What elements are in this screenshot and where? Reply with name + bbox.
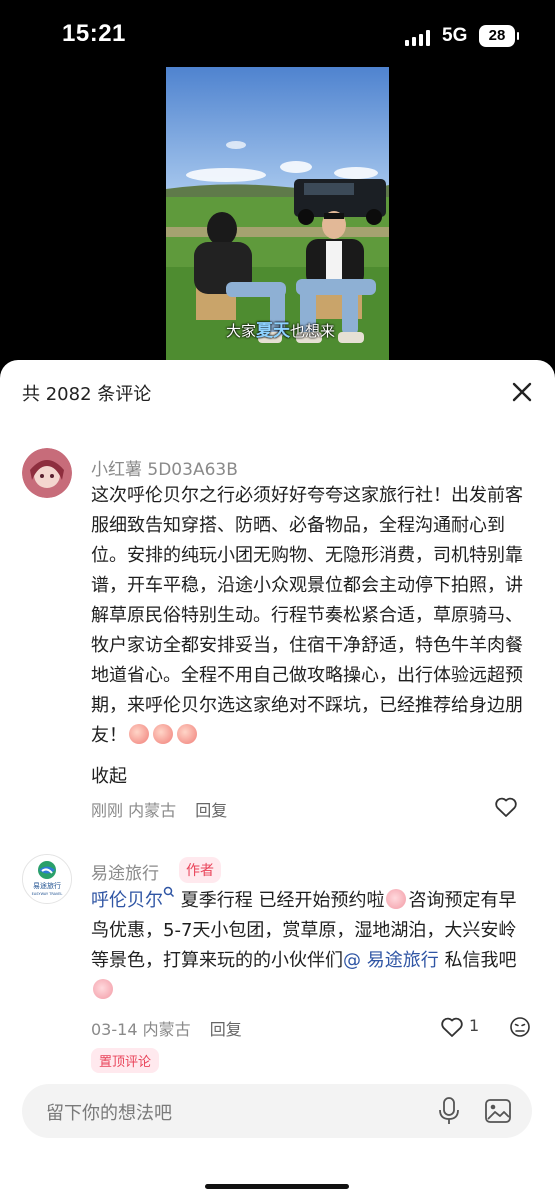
comment-body-c: 私信我吧 <box>438 950 517 971</box>
comment-username[interactable]: 小红薯 5D03A63B <box>91 455 238 480</box>
image-button[interactable] <box>484 1098 512 1128</box>
peach-emoji-icon <box>129 724 149 744</box>
pinned-badge: 置顶评论 <box>91 1048 160 1073</box>
comment-time: 03-14 <box>91 1020 138 1039</box>
search-icon <box>163 886 175 898</box>
status-bar: 15:21 5G 28 <box>0 0 555 70</box>
input-placeholder: 留下你的想法吧 <box>46 1103 172 1124</box>
brand-logo-subtext: EASYWAY TRAVEL <box>32 892 63 896</box>
mic-icon <box>439 1097 459 1124</box>
pig-emoji-icon <box>93 979 113 999</box>
reply-button[interactable]: 回复 <box>195 801 227 820</box>
brand-logo-text: 易途旅行 <box>33 881 61 890</box>
peach-emoji-icon <box>153 724 173 744</box>
avatar[interactable] <box>22 448 72 498</box>
video-subtitle: 大家夏天也想来 <box>226 316 335 341</box>
comment-meta: 03-14 内蒙古 回复 <box>91 1016 242 1040</box>
topic-link[interactable]: 呼伦贝尔 <box>91 890 163 911</box>
home-indicator[interactable] <box>205 1184 349 1189</box>
brand-logo: 易途旅行 EASYWAY TRAVEL <box>23 855 71 903</box>
comment-meta: 刚刚 内蒙古 回复 <box>91 797 227 821</box>
comment-location: 内蒙古 <box>142 1020 191 1039</box>
peach-emoji-icon <box>177 724 197 744</box>
brand-avatar[interactable]: 易途旅行 EASYWAY TRAVEL <box>22 854 72 904</box>
battery-icon: 28 <box>479 25 519 47</box>
video-player[interactable]: 大家夏天也想来 <box>166 67 389 362</box>
comment-body-a: 夏季行程 已经开始预约啦 <box>175 890 385 911</box>
comment-text: 呼伦贝尔 夏季行程 已经开始预约啦 咨询预定有早鸟优惠，5-7天小包团，赏草原，湿… <box>91 886 531 1006</box>
close-icon <box>512 382 532 402</box>
dislike-button[interactable] <box>509 1016 531 1042</box>
comment-text: 这次呼伦贝尔之行必须好好夸夸这家旅行社！出发前客服细致告知穿搭、防晒、必备物品，… <box>91 481 531 751</box>
network-type: 5G <box>442 25 468 46</box>
like-button[interactable] <box>440 1016 464 1042</box>
dislike-face-icon <box>510 1017 530 1037</box>
subtitle-highlight: 夏天 <box>256 321 291 341</box>
collapse-link[interactable]: 收起 <box>91 762 531 792</box>
image-icon <box>485 1099 511 1123</box>
comments-sheet: 共 2082 条评论 小红薯 5D03A63B 这次呼伦贝尔之行必须好好夸夸这家… <box>0 360 555 1200</box>
author-badge: 作者 <box>179 857 221 883</box>
like-count: 1 <box>469 1016 480 1035</box>
like-button[interactable] <box>494 796 518 822</box>
reply-button[interactable]: 回复 <box>210 1020 242 1039</box>
comment-location: 内蒙古 <box>128 801 177 820</box>
anime-avatar-image <box>22 448 72 498</box>
pig-emoji-icon <box>386 889 407 909</box>
comment-username[interactable]: 易途旅行 <box>91 859 159 884</box>
status-time: 15:21 <box>62 20 126 47</box>
comment-time: 刚刚 <box>91 801 124 820</box>
battery-level: 28 <box>488 27 506 44</box>
mention-link[interactable]: @ 易途旅行 <box>343 950 439 971</box>
comment-body: 这次呼伦贝尔之行必须好好夸夸这家旅行社！出发前客服细致告知穿搭、防晒、必备物品，… <box>91 485 523 746</box>
heart-icon <box>495 797 517 817</box>
subtitle-prefix: 大家 <box>226 322 257 340</box>
comment-input[interactable]: 留下你的想法吧 <box>22 1084 532 1138</box>
comments-count-title: 共 2082 条评论 <box>22 384 152 405</box>
subtitle-suffix: 也想来 <box>290 322 336 340</box>
heart-icon <box>441 1017 463 1037</box>
signal-icon <box>405 30 435 46</box>
close-button[interactable] <box>508 378 536 406</box>
voice-button[interactable] <box>436 1096 462 1130</box>
